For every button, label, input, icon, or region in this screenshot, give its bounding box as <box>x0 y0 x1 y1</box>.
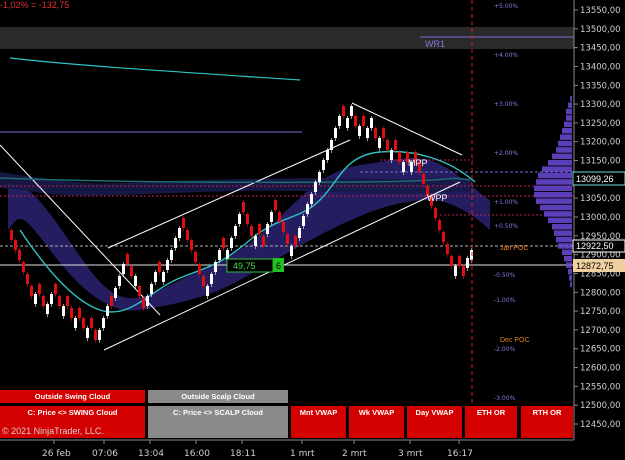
price-tick-label: 13050,00 <box>580 194 621 204</box>
volume-profile-bar <box>564 256 572 262</box>
dec-poc-label: Dec POC <box>500 337 530 344</box>
volume-profile-bar <box>534 185 572 192</box>
outside-scalp-cloud-button[interactable]: Outside Scalp Cloud <box>148 390 288 403</box>
volume-profile <box>534 96 572 288</box>
price-tick-label: 12800,00 <box>580 288 621 298</box>
price-tick-label: 12550,00 <box>580 382 621 392</box>
pct-tick-label: -0.50% <box>494 272 516 279</box>
time-tick-label: 1 mrt <box>290 449 315 459</box>
price-tick-label: 12500,00 <box>580 401 621 411</box>
volume-profile-bar <box>568 268 572 275</box>
volume-profile-bar <box>552 224 572 230</box>
wr1-zone <box>0 27 574 49</box>
volume-profile-bar <box>566 262 572 268</box>
time-tick-label: 18:11 <box>230 449 256 459</box>
volume-profile-bar <box>554 230 572 236</box>
pct-tick-label: +5.00% <box>494 3 518 10</box>
mpp-label: MPP <box>408 158 428 168</box>
rth-or-button[interactable]: RTH OR <box>521 406 573 438</box>
price-tick-label: 12450,00 <box>580 420 621 430</box>
price-tick-label: 13350,00 <box>580 81 621 91</box>
pct-tick-label: +1.00% <box>494 199 518 206</box>
volume-profile-bar <box>564 121 572 128</box>
pct-tick-label: -2.00% <box>494 346 516 353</box>
pct-tick-label: +4.00% <box>494 52 518 59</box>
time-tick-label: 13:04 <box>138 449 164 459</box>
pct-tick-label: +2.00% <box>494 150 518 157</box>
copyright-text: © 2021 NinjaTrader, LLC. <box>2 426 104 436</box>
time-tick-label: 07:06 <box>92 449 118 459</box>
volume-profile-bar <box>566 108 572 115</box>
price-tick-label: 13300,00 <box>580 100 621 110</box>
volume-profile-bar <box>556 147 572 153</box>
day-vwap-button[interactable]: Day VWAP <box>407 406 462 438</box>
volume-profile-bar <box>540 204 572 211</box>
count-box-text: 6 <box>276 261 281 271</box>
volume-profile-bar <box>536 198 572 204</box>
pct-tick-label: -3.00% <box>494 395 516 402</box>
volume-profile-bar <box>558 140 572 147</box>
wk-vwap-button[interactable]: Wk VWAP <box>349 406 404 438</box>
volume-profile-bar <box>562 128 572 134</box>
jan-poc-label: Jan POC <box>500 245 528 252</box>
volume-profile-bar <box>560 134 572 140</box>
price-tick-label: 13500,00 <box>580 25 621 35</box>
eth-or-button[interactable]: ETH OR <box>465 406 517 438</box>
volume-profile-bar <box>556 236 572 243</box>
volume-profile-bar <box>569 275 572 281</box>
volume-profile-bar <box>536 179 572 185</box>
volume-profile-bar <box>544 211 572 217</box>
price-tick-label: 13150,00 <box>580 157 621 167</box>
wpp-label: WPP <box>427 193 448 203</box>
pnl-readout: -1,02% = -132,75 <box>0 0 70 10</box>
volume-profile-bar <box>548 217 572 224</box>
outside-swing-cloud-button[interactable]: Outside Swing Cloud <box>0 390 145 403</box>
price-tick-label: 12600,00 <box>580 364 621 374</box>
vwap-line <box>9 57 301 81</box>
pct-tick-label: +0.50% <box>494 223 518 230</box>
time-tick-label: 16:17 <box>447 449 473 459</box>
mnt-vwap-button[interactable]: Mnt VWAP <box>291 406 346 438</box>
price-tick-label: 13550,00 <box>580 6 621 16</box>
volume-profile-bar <box>566 115 572 121</box>
price-scalp-cloud-button[interactable]: C: Price <> SCALP Cloud <box>148 406 288 438</box>
price-tick-label: 12650,00 <box>580 345 621 355</box>
price-tick-label: 12750,00 <box>580 307 621 317</box>
price-tick-label: 13200,00 <box>580 138 621 148</box>
high-price-text: 12922,50 <box>576 241 614 251</box>
volume-profile-bar <box>552 153 572 160</box>
volume-profile-bar <box>542 166 572 172</box>
price-tick-label: 13400,00 <box>580 62 621 72</box>
price-tick-label: 13250,00 <box>580 119 621 129</box>
pct-tick-label: +3.00% <box>494 101 518 108</box>
volume-profile-bar <box>558 243 572 249</box>
low-price-text: 12872,75 <box>576 261 614 271</box>
current-price-text: 13099,26 <box>576 174 614 184</box>
pct-tick-label: -1.00% <box>494 297 516 304</box>
volume-profile-bar <box>534 192 572 198</box>
time-tick-label: 3 mrt <box>398 449 423 459</box>
wr1-label: WR1 <box>425 39 445 49</box>
volume-profile-bar <box>570 96 572 102</box>
volume-profile-bar <box>548 160 572 166</box>
volume-profile-bar <box>568 102 572 108</box>
price-tick-label: 13000,00 <box>580 213 621 223</box>
price-tick-label: 13450,00 <box>580 44 621 54</box>
time-tick-label: 26 feb <box>42 449 71 459</box>
time-tick-label: 16:00 <box>184 449 210 459</box>
volume-profile-bar <box>538 172 572 179</box>
volume-profile-bar <box>562 249 572 256</box>
volume-profile-bar <box>570 281 572 288</box>
value-box-text: 49,75 <box>233 261 256 271</box>
time-tick-label: 2 mrt <box>342 449 367 459</box>
price-tick-label: 12700,00 <box>580 326 621 336</box>
